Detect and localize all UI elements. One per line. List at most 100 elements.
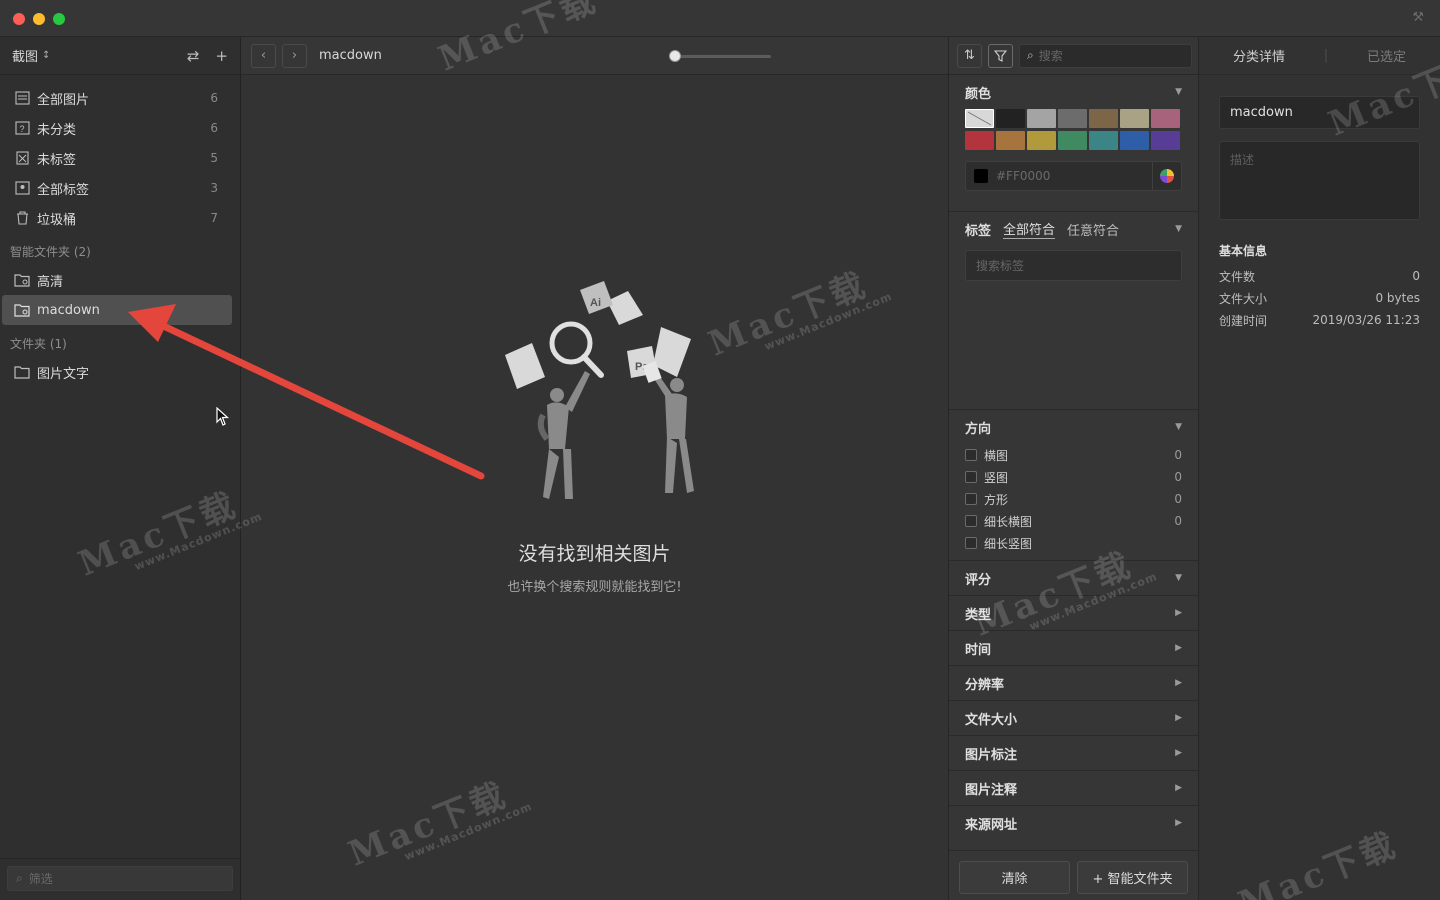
search-input[interactable]: ⌕ 搜索 [1019,43,1192,68]
tag-search-input[interactable]: 搜索标签 [965,250,1182,281]
pin-icon[interactable]: ⚒ [1412,10,1424,25]
clear-button[interactable]: 清除 [959,861,1070,894]
orientation-option[interactable]: 细长竖图 [949,532,1198,554]
mouse-cursor-icon [216,407,230,426]
close-window-button[interactable] [13,13,25,25]
orientation-option[interactable]: 细长横图 0 [949,510,1198,532]
folder-label: 图片文字 [37,366,90,382]
library-selector[interactable]: 截图 ↕ [12,46,50,65]
color-swatch[interactable] [996,109,1025,128]
color-swatch[interactable] [1027,109,1056,128]
checkbox[interactable] [965,449,977,461]
info-value: 2019/03/26 11:23 [1312,313,1420,327]
orientation-option[interactable]: 横图 0 [949,444,1198,466]
checkbox[interactable] [965,493,977,505]
orientation-option[interactable]: 竖图 0 [949,466,1198,488]
tab-match-all[interactable]: 全部符合 [1003,219,1056,239]
color-swatch[interactable] [1089,109,1118,128]
orientation-section-header[interactable]: 方向 ▼ [949,410,1198,444]
color-section-title: 颜色 [965,86,992,102]
orientation-option[interactable]: 方形 0 [949,488,1198,510]
maximize-window-button[interactable] [53,13,65,25]
checkbox[interactable] [965,537,977,549]
color-swatch[interactable] [1120,109,1149,128]
updown-chevron-icon: ↕ [42,50,51,61]
tab-category-detail[interactable]: 分类详情 [1233,46,1285,65]
folder-icon [14,364,30,380]
color-swatch[interactable] [1089,131,1118,150]
smart-folder-label: macdown [37,302,100,318]
orientation-label: 方形 [984,492,1009,507]
orientation-count: 0 [1174,492,1182,506]
sidebar-item[interactable]: 全部图片 6 [0,83,232,113]
smart-folder-label: 高清 [37,274,64,290]
breadcrumb: macdown [319,48,382,63]
tags-section-header: 标签 全部符合 任意符合 ▼ [949,212,1198,246]
sidebar-item-count: 3 [210,181,218,195]
folder-image-text[interactable]: 图片文字 [0,357,232,387]
checkbox[interactable] [965,515,977,527]
zoom-slider[interactable] [669,50,771,62]
description-input[interactable]: 描述 [1219,141,1420,220]
folder-name-input[interactable]: macdown [1219,96,1420,129]
sort-button[interactable]: ⇅ [957,43,982,68]
caret-down-icon: ▼ [1175,422,1182,432]
forward-button[interactable]: › [282,43,307,68]
filter-section-title: 时间 [965,642,992,658]
back-button[interactable]: ‹ [251,43,276,68]
sidebar-item[interactable]: 全部标签 3 [0,173,232,203]
filter-section-title: 文件大小 [965,712,1018,728]
smart-folder-hd[interactable]: 高清 [0,265,232,295]
info-value: 0 bytes [1375,291,1420,305]
swap-icon[interactable]: ⇄ [187,47,200,65]
minimize-window-button[interactable] [33,13,45,25]
create-smart-folder-button[interactable]: + 智能文件夹 [1077,861,1188,894]
sidebar-filter: ⌕ 筛选 [0,858,240,900]
filter-section-header[interactable]: 图片标注 ▶ [949,735,1198,770]
sidebar-item[interactable]: 未标签 5 [0,143,232,173]
color-swatch[interactable] [1058,109,1087,128]
caret-down-icon[interactable]: ▼ [1175,224,1182,234]
caret-right-icon: ▶ [1175,713,1182,723]
color-swatch[interactable] [1027,131,1056,150]
orientation-label: 细长横图 [984,514,1033,529]
color-wheel-button[interactable] [1152,162,1181,190]
caret-right-icon: ▶ [1175,643,1182,653]
add-icon[interactable]: + [215,47,228,65]
caret-right-icon: ▶ [1175,678,1182,688]
filter-section-header[interactable]: 分辨率 ▶ [949,665,1198,700]
main-toolbar: ‹ › macdown [241,37,948,75]
filter-section-header[interactable]: 来源网址 ▶ [949,805,1198,840]
color-swatch[interactable] [965,109,994,128]
filter-button[interactable] [988,43,1013,68]
filter-section-header[interactable]: 时间 ▶ [949,630,1198,665]
color-section-header[interactable]: 颜色 ▼ [949,75,1198,109]
checkbox[interactable] [965,471,977,483]
caret-right-icon: ▶ [1175,783,1182,793]
color-swatch[interactable] [1151,109,1180,128]
all-tags-icon [14,180,30,196]
filter-section-header[interactable]: 图片注释 ▶ [949,770,1198,805]
filter-section-header[interactable]: 文件大小 ▶ [949,700,1198,735]
filter-input[interactable]: ⌕ 筛选 [7,866,233,891]
rating-title: 评分 [965,572,992,588]
color-swatch[interactable] [1120,131,1149,150]
hex-color-field[interactable]: #FF0000 [965,161,1182,191]
color-swatch[interactable] [1058,131,1087,150]
sidebar-item[interactable]: 垃圾桶 7 [0,203,232,233]
tag-search-placeholder: 搜索标签 [976,259,1025,273]
color-swatch[interactable] [1151,131,1180,150]
rating-section-header[interactable]: 评分 ▼ [949,560,1198,595]
sidebar-item-label: 未分类 [37,122,77,138]
library-name: 截图 [12,50,39,65]
zoom-slider-knob[interactable] [669,50,681,62]
color-swatch[interactable] [965,131,994,150]
filter-section-header[interactable]: 类型 ▶ [949,595,1198,630]
smart-folder-macdown[interactable]: macdown [2,295,232,325]
info-value: 0 [1412,269,1420,283]
tab-selected[interactable]: 已选定 [1367,46,1406,65]
color-swatch[interactable] [996,131,1025,150]
tab-match-any[interactable]: 任意符合 [1067,220,1119,239]
sidebar-item[interactable]: ? 未分类 6 [0,113,232,143]
caret-right-icon: ▶ [1175,818,1182,828]
